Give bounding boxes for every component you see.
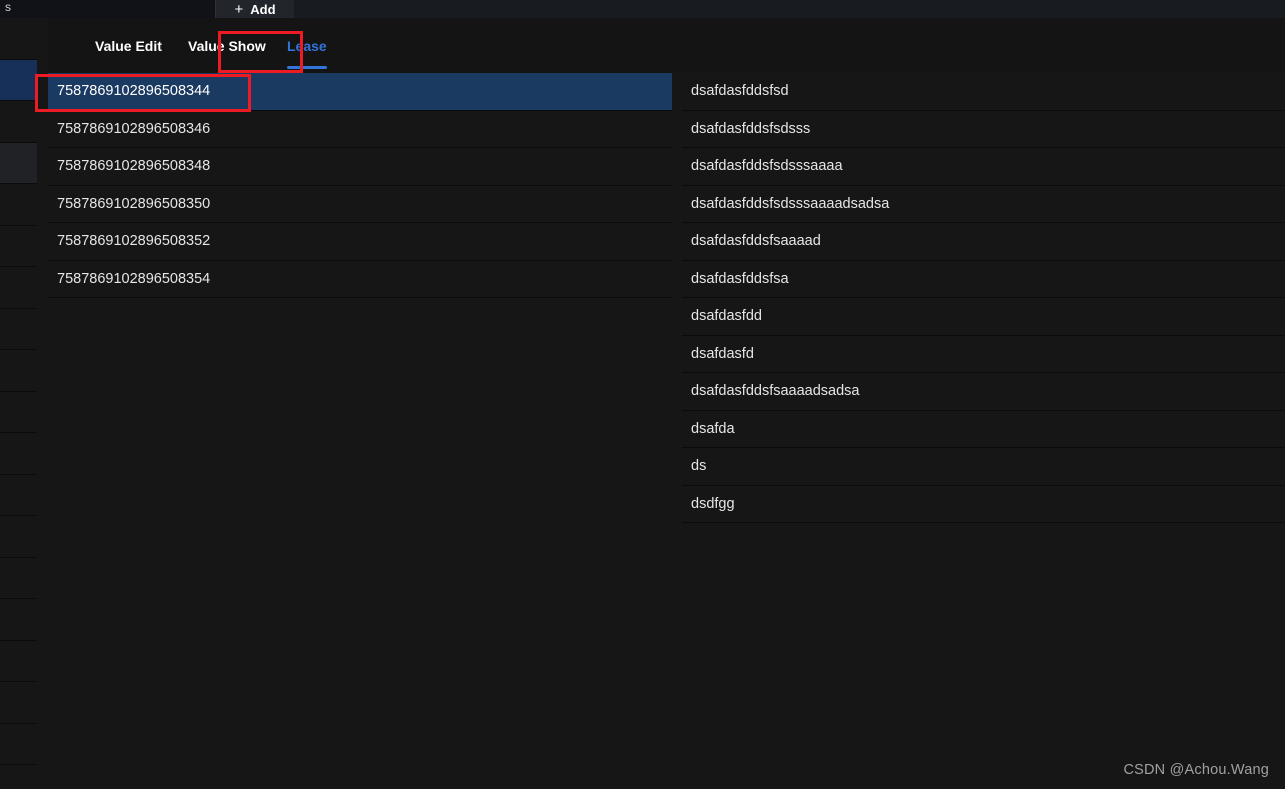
lease-key-row[interactable]: dsafdasfddsfsdsssaaaadsadsa	[682, 185, 1285, 223]
background-rail-row[interactable]	[0, 474, 37, 516]
lease-id-value: 7587869102896508346	[57, 120, 211, 137]
lease-id-value: 7587869102896508348	[57, 158, 211, 175]
plus-icon: +	[234, 1, 244, 18]
lease-id-row[interactable]: 7587869102896508346	[48, 110, 672, 148]
lease-key-row[interactable]: dsafdasfddsfsdsssaaaa	[682, 148, 1285, 186]
background-rail-row[interactable]	[0, 765, 37, 789]
background-rail-row[interactable]	[0, 599, 37, 641]
lease-id-column: 7587869102896508344 7587869102896508346 75…	[48, 73, 672, 789]
background-rail-row[interactable]	[0, 433, 37, 475]
background-rail-row[interactable]	[0, 516, 37, 558]
background-rail-row[interactable]	[0, 308, 37, 350]
lease-key-value: ds	[691, 458, 707, 475]
lease-key-value: dsafdasfddsfsdsssaaaa	[691, 158, 843, 175]
tab-label: Value Show	[188, 37, 266, 54]
lease-key-value: dsafdasfddsfsd	[691, 83, 789, 100]
lease-panel: Value Edit Value Show Lease 75878691028965…	[37, 18, 1285, 789]
tab-label: Lease	[287, 37, 327, 54]
lease-id-value: 7587869102896508344	[57, 83, 211, 100]
add-button-label: Add	[250, 2, 276, 17]
background-rail-row[interactable]	[0, 142, 37, 184]
background-rail-row[interactable]	[0, 267, 37, 309]
lease-key-value: dsdfgg	[691, 495, 735, 512]
tab-label: Value Edit	[95, 37, 162, 54]
lease-key-value: dsafdasfddsfsdsssaaaadsadsa	[691, 195, 890, 212]
lease-key-row[interactable]: dsafdasfddsfsdsss	[682, 110, 1285, 148]
background-text-input[interactable]: s	[0, 0, 216, 18]
lease-key-value: dsafdasfddsfsaaaad	[691, 233, 821, 250]
lease-id-row[interactable]: 7587869102896508350	[48, 185, 672, 223]
lease-key-row[interactable]: dsafdasfd	[682, 335, 1285, 373]
add-button[interactable]: + Add	[216, 0, 294, 18]
active-tab-underline	[287, 66, 327, 69]
lease-key-row[interactable]: ds	[682, 448, 1285, 486]
background-rail-row[interactable]	[0, 557, 37, 599]
lease-key-value: dsafdasfddsfsa	[691, 270, 789, 287]
background-rail-row[interactable]	[0, 101, 37, 143]
lease-id-value: 7587869102896508354	[57, 270, 211, 287]
lease-key-value: dsafda	[691, 420, 735, 437]
background-row-rail	[0, 18, 37, 789]
background-rail-row[interactable]	[0, 18, 37, 60]
background-rail-row[interactable]	[0, 225, 37, 267]
tab-value-show[interactable]: Value Show	[188, 18, 275, 73]
background-rail-row[interactable]	[0, 184, 37, 226]
lease-id-column-empty-area	[48, 298, 672, 789]
app-root: s + Add Value Edit Value Show Lease 758786…	[0, 0, 1285, 789]
lease-key-row[interactable]: dsafdasfdd	[682, 298, 1285, 336]
lease-key-value: dsafdasfd	[691, 345, 754, 362]
background-topbar: s + Add	[0, 0, 1285, 18]
lease-id-row[interactable]: 7587869102896508348	[48, 148, 672, 186]
lease-key-column-empty-area	[682, 523, 1285, 789]
background-rail-row[interactable]	[0, 723, 37, 765]
lease-id-row[interactable]: 7587869102896508344	[48, 73, 672, 111]
lease-key-value: dsafdasfddsfsdsss	[691, 120, 811, 137]
lease-key-column: dsafdasfddsfsd dsafdasfddsfsdsss dsafdasfd…	[682, 73, 1285, 789]
background-rail-row[interactable]	[0, 391, 37, 433]
watermark: CSDN @Achou.Wang	[1123, 762, 1269, 778]
lease-key-value: dsafdasfdd	[691, 308, 762, 325]
tab-lease[interactable]: Lease	[287, 18, 327, 73]
lease-id-value: 7587869102896508352	[57, 233, 211, 250]
background-rail-row[interactable]	[0, 59, 37, 101]
lease-key-row[interactable]: dsafda	[682, 410, 1285, 448]
lease-key-row[interactable]: dsafdasfddsfsaaaadsadsa	[682, 373, 1285, 411]
lease-id-value: 7587869102896508350	[57, 195, 211, 212]
background-rail-row[interactable]	[0, 682, 37, 724]
lease-id-row[interactable]: 7587869102896508354	[48, 260, 672, 298]
lease-key-row[interactable]: dsdfgg	[682, 485, 1285, 523]
lease-key-row[interactable]: dsafdasfddsfsaaaad	[682, 223, 1285, 261]
lease-key-value: dsafdasfddsfsaaaadsadsa	[691, 383, 860, 400]
panel-tabbar: Value Edit Value Show Lease	[48, 18, 1285, 73]
lease-key-row[interactable]: dsafdasfddsfsd	[682, 73, 1285, 111]
lease-key-row[interactable]: dsafdasfddsfsa	[682, 260, 1285, 298]
lease-id-row[interactable]: 7587869102896508352	[48, 223, 672, 261]
tab-value-edit[interactable]: Value Edit	[95, 18, 177, 73]
background-rail-row[interactable]	[0, 350, 37, 392]
background-rail-row[interactable]	[0, 640, 37, 682]
